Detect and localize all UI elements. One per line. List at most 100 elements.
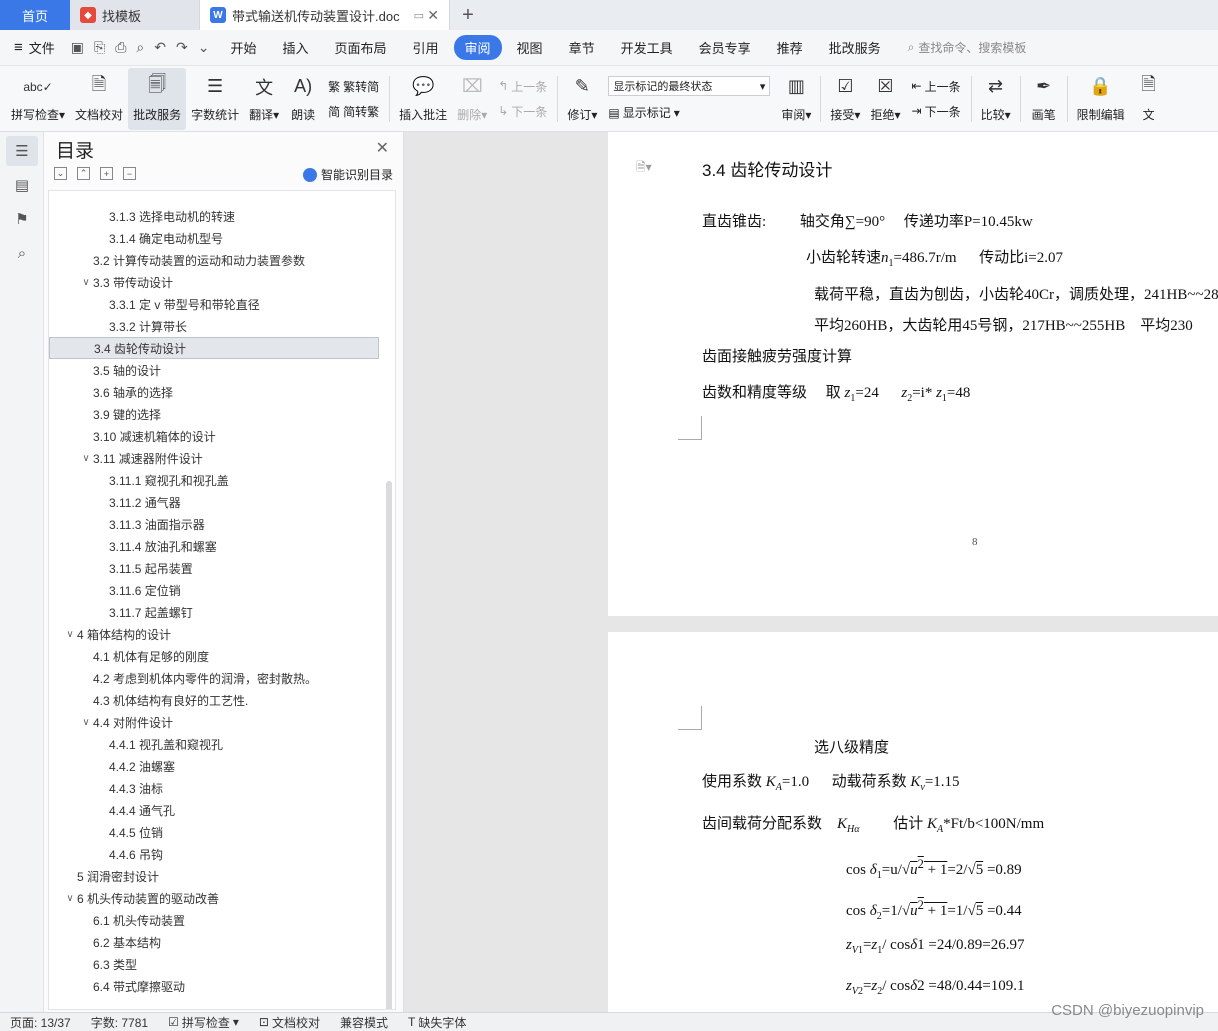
document-page[interactable]: 选八级精度 使用系数 KA=1.0 动载荷系数 Kv=1.15 齿间载荷分配系数… [608,632,1218,1012]
toc-item[interactable]: 3.2 计算传动装置的运动和动力装置参数 [49,249,379,271]
toc-item[interactable]: ∨ 4 箱体结构的设计 [49,623,379,645]
toc-item[interactable]: 6.1 机头传动装置 [49,909,379,931]
menu-correction[interactable]: 批改服务 [818,35,892,60]
trad-to-simp-button[interactable]: 繁繁转简 [328,78,379,95]
missing-font-status[interactable]: T 缺失字体 [398,1014,476,1031]
delete-comment-button[interactable]: ⌧ 删除▾ [452,68,492,130]
close-tab-icon[interactable]: ✕ [427,7,439,24]
toc-scrollbar[interactable] [386,481,392,1009]
toc-item[interactable]: 6.3 类型 [49,953,379,975]
word-count-button[interactable]: ☰ 字数统计 [186,68,244,130]
toc-item[interactable]: ∨ 6 机头传动装置的驱动改善 [49,887,379,909]
toc-panel-icon[interactable]: ☰ [6,136,38,166]
correction-service-button[interactable]: 🗐 批改服务 [128,67,187,130]
toc-item[interactable]: ∨ 4.4 对附件设计 [49,711,379,733]
menu-reference[interactable]: 引用 [402,35,450,60]
prev-comment-button[interactable]: ↰ 上一条 [498,78,547,95]
toc-item[interactable]: 4.4.3 油标 [49,777,379,799]
chevron-down-icon[interactable]: ∨ [63,893,77,904]
toc-item[interactable]: 3.5 轴的设计 [49,359,379,381]
toc-item[interactable]: 3.1.4 确定电动机型号 [49,227,379,249]
chevron-down-icon[interactable]: ∨ [79,453,93,464]
search-icon[interactable]: ⌕ [6,238,38,268]
next-revision-button[interactable]: ⇥ 下一条 [912,103,961,120]
menu-review[interactable]: 审阅 [453,35,502,60]
remove-icon[interactable]: − [123,167,136,180]
expand-icon[interactable]: ⌃ [77,167,90,180]
toc-item[interactable]: 4.4.1 视孔盖和窥视孔 [49,733,379,755]
pen-button[interactable]: ✒ 画笔 [1025,68,1063,130]
toc-item[interactable]: 3.11.6 定位销 [49,579,379,601]
insert-comment-button[interactable]: 💬 插入批注 [394,68,452,130]
doc-check-button[interactable]: 🗎 文档校对 [70,68,128,130]
menu-view[interactable]: 视图 [506,35,554,60]
menu-devtools[interactable]: 开发工具 [610,35,684,60]
markup-state-select[interactable]: 显示标记的最终状态 ▾ [608,76,771,96]
redo-icon[interactable]: ↷ [176,39,188,56]
toc-item[interactable]: 3.10 减速机箱体的设计 [49,425,379,447]
toc-item[interactable]: 3.3.2 计算带长 [49,315,379,337]
bookmark-icon[interactable]: ⚑ [6,204,38,234]
toc-item[interactable]: 3.6 轴承的选择 [49,381,379,403]
menu-recommend[interactable]: 推荐 [766,35,814,60]
read-aloud-button[interactable]: A) 朗读 [284,68,322,130]
toc-item[interactable]: 5 润滑密封设计 [49,865,379,887]
next-comment-button[interactable]: ↳ 下一条 [498,103,547,120]
toc-item[interactable]: 3.9 键的选择 [49,403,379,425]
translate-button[interactable]: 文 翻译▾ [244,68,284,130]
revise-button[interactable]: ✎ 修订▾ [562,68,602,130]
prev-revision-button[interactable]: ⇤ 上一条 [912,78,961,95]
toc-item[interactable]: 4.1 机体有足够的刚度 [49,645,379,667]
spell-check-status[interactable]: ☑ 拼写检查 ▾ [158,1014,249,1031]
file-menu[interactable]: ≡ 文件 [0,38,63,57]
new-tab-button[interactable]: + [450,0,486,30]
toc-item[interactable]: 4.4.6 吊钩 [49,843,379,865]
menu-member[interactable]: 会员专享 [688,35,762,60]
page-indicator[interactable]: 页面: 13/37 [0,1014,81,1031]
toc-item[interactable]: 3.4 齿轮传动设计 [49,337,379,359]
toc-item[interactable]: 3.11.7 起盖螺钉 [49,601,379,623]
toc-item[interactable]: ∨ 3.3 带传动设计 [49,271,379,293]
toc-item[interactable]: 6.2 基本结构 [49,931,379,953]
export-icon[interactable]: ⎘ [94,39,105,56]
menu-chapter[interactable]: 章节 [558,35,606,60]
toc-item[interactable]: 3.11.4 放油孔和螺塞 [49,535,379,557]
preview-icon[interactable]: ⌕ [136,39,144,56]
undo-icon[interactable]: ↶ [154,39,166,56]
reject-button[interactable]: ☒ 拒绝▾ [865,68,905,130]
compare-button[interactable]: ⇄ 比较▾ [976,68,1016,130]
chevron-down-icon[interactable]: ∨ [79,277,93,288]
spell-check-button[interactable]: abc✓ 拼写检查▾ [6,68,70,130]
tab-home[interactable]: 首页 [0,0,70,30]
toc-item[interactable]: 4.4.2 油螺塞 [49,755,379,777]
document-area[interactable]: 🗎▾ 3.4 齿轮传动设计 直齿锥齿: 轴交角∑=90° 传递功率P=10.45… [405,132,1218,1012]
menu-layout[interactable]: 页面布局 [324,35,398,60]
toc-item[interactable]: 3.11.3 油面指示器 [49,513,379,535]
toc-item[interactable]: 3.3.1 定 v 带型号和带轮直径 [49,293,379,315]
toc-item[interactable]: 4.4.4 通气孔 [49,799,379,821]
restrict-edit-button[interactable]: 🔒 限制编辑 [1072,68,1130,130]
chapter-icon[interactable]: ▤ [6,170,38,200]
word-count-indicator[interactable]: 字数: 7781 [81,1014,158,1031]
collapse-all-icon[interactable]: ⌄ [54,167,67,180]
document-page[interactable]: 🗎▾ 3.4 齿轮传动设计 直齿锥齿: 轴交角∑=90° 传递功率P=10.45… [608,132,1218,616]
chevron-down-icon[interactable]: ∨ [79,717,93,728]
window-icon[interactable]: ▭ [414,9,424,22]
show-markup-button[interactable]: ▤ 显示标记 ▾ [608,104,770,121]
tab-document[interactable]: W 带式输送机传动装置设计.doc ▭ ✕ [200,0,450,30]
toc-item[interactable]: ∨ 3.11 减速器附件设计 [49,447,379,469]
review-pane-button[interactable]: ▥ 审阅▾ [776,68,816,130]
toc-item[interactable]: 4.2 考虑到机体内零件的润滑，密封散热。 [49,667,379,689]
add-icon[interactable]: + [100,167,113,180]
smart-toc-button[interactable]: 智能识别目录 [302,166,393,183]
paragraph-icon[interactable]: 🗎▾ [636,158,652,179]
menu-start[interactable]: 开始 [219,35,267,60]
accept-button[interactable]: ☑ 接受▾ [825,68,865,130]
simp-to-trad-button[interactable]: 简简转繁 [328,103,379,120]
more-icon[interactable]: ⌄ [198,39,210,56]
compat-mode-status[interactable]: 兼容模式 [330,1014,398,1031]
tab-template[interactable]: ◆ 找模板 [70,0,200,30]
toc-item[interactable]: 3.11.2 通气器 [49,491,379,513]
toc-item[interactable]: 3.1.3 选择电动机的转速 [49,205,379,227]
document-button[interactable]: 🗎 文 [1130,68,1168,130]
